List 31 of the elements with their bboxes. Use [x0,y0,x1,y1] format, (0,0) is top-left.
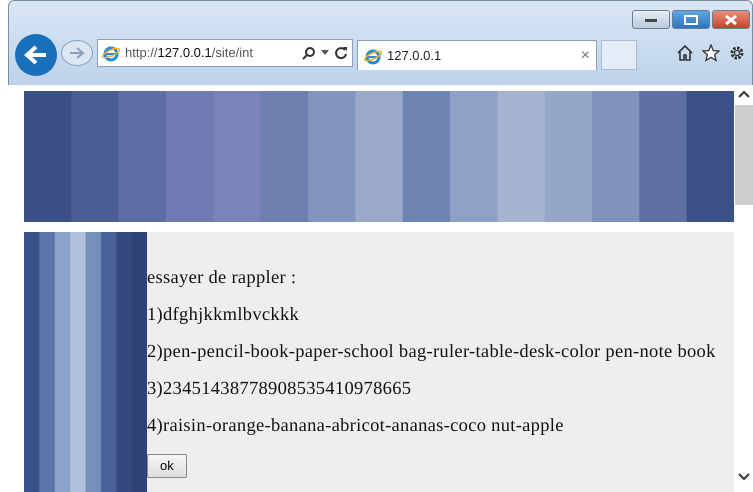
text-line: 1)dfghjkkmlbvckkk [147,304,300,326]
tab-close-button[interactable]: × [580,44,590,68]
back-arrow-icon [24,45,48,65]
close-button[interactable] [712,10,750,29]
back-button[interactable] [15,34,57,76]
tab-title: 127.0.0.1 [387,46,442,65]
scroll-down-icon[interactable] [736,472,750,482]
forward-arrow-icon [69,46,85,60]
text-line: essayer de rappler : [147,267,298,289]
close-icon [724,14,738,26]
refresh-icon[interactable] [334,46,348,60]
minimize-button[interactable] [632,10,670,29]
home-icon[interactable] [676,44,694,62]
ok-button[interactable]: ok [147,454,187,478]
browser-logo-icon [102,44,120,62]
dropdown-icon[interactable] [321,50,329,56]
text-line: 2)pen-pencil-book-paper-school bag-ruler-table-desk-color pen-note book [147,341,717,363]
scrollbar-thumb[interactable] [734,105,752,205]
star-icon[interactable] [702,44,720,62]
text-line: 3)23451438778908535410978665 [147,378,412,400]
text-line: 4)raisin-orange-banana-abricot-ananas-coco nut-apple [147,415,565,437]
address-bar[interactable]: http://127.0.0.1/site/int [97,39,353,67]
scroll-up-icon[interactable] [736,89,750,99]
url-text: http://127.0.0.1/site/int [125,44,253,62]
minimize-icon [644,16,658,22]
maximize-icon [684,14,698,24]
browser-logo-icon [364,46,382,64]
browser-tab[interactable]: 127.0.0.1 × [357,40,597,70]
search-icon[interactable] [302,46,316,60]
maximize-button[interactable] [672,10,710,29]
settings-icon[interactable] [728,44,746,62]
